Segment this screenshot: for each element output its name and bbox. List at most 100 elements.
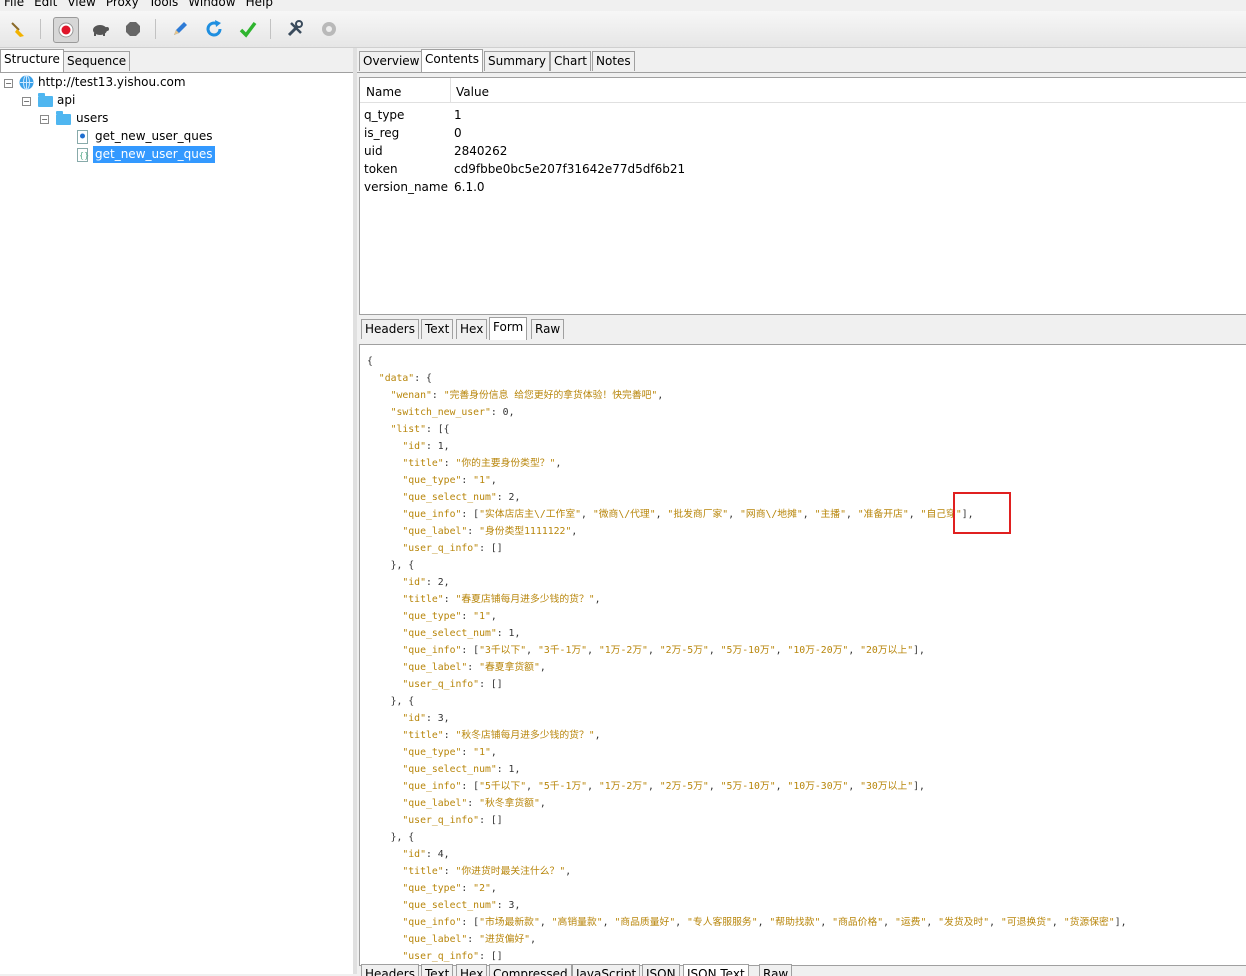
tab-hex[interactable]: Hex xyxy=(456,964,488,976)
tab-form[interactable]: Form xyxy=(489,317,528,340)
json-line: "id": 1, xyxy=(402,441,450,452)
tab-hex[interactable]: Hex xyxy=(456,319,488,339)
check-icon[interactable] xyxy=(236,17,260,41)
menu-tools[interactable]: Tools xyxy=(149,0,179,10)
tab-overview[interactable]: Overview xyxy=(359,51,424,71)
json-line: "id": 4, xyxy=(402,849,450,860)
row-name: version_name xyxy=(364,180,448,194)
stop-icon[interactable] xyxy=(121,17,145,41)
column-name[interactable]: Name xyxy=(366,83,401,101)
tab-raw[interactable]: Raw xyxy=(531,319,565,339)
broom-icon[interactable] xyxy=(6,17,30,41)
json-text-view[interactable]: { "data": { "wenan": "完善身份信息 给您更好的拿货体验！快… xyxy=(359,344,1246,966)
json-line: "que_select_num": 2, xyxy=(402,492,521,503)
tab-text[interactable]: Text xyxy=(421,964,454,976)
json-line: "que_select_num": 1, xyxy=(402,628,521,639)
tree-folder-users[interactable]: users xyxy=(76,110,108,127)
toolbar xyxy=(0,11,1246,48)
json-line: "que_select_num": 1, xyxy=(402,764,521,775)
json-line: "switch_new_user": 0, xyxy=(390,407,515,418)
tab-summary[interactable]: Summary xyxy=(484,51,550,71)
column-value[interactable]: Value xyxy=(456,83,489,101)
json-line: "que_label": "进货偏好", xyxy=(402,934,536,945)
tools-icon[interactable] xyxy=(283,17,307,41)
tree-host[interactable]: http://test13.yishou.com xyxy=(38,74,186,91)
json-line: "user_q_info": [] xyxy=(402,543,503,554)
tree-folder-api[interactable]: api xyxy=(57,92,75,109)
response-view-tabs: Headers Text Hex Compressed JavaScript J… xyxy=(357,964,1246,976)
row-name: q_type xyxy=(364,108,405,122)
json-line: "id": 2, xyxy=(402,577,450,588)
menu-bar: File Edit View Proxy Tools Window Help xyxy=(0,0,1246,10)
svg-text:{}: {} xyxy=(79,151,89,160)
json-line: "user_q_info": [] xyxy=(402,815,503,826)
tab-javascript[interactable]: JavaScript xyxy=(572,964,641,976)
tab-contents[interactable]: Contents xyxy=(421,49,483,72)
menu-view[interactable]: View xyxy=(67,0,95,10)
pen-icon[interactable] xyxy=(168,17,192,41)
json-line: "data": { xyxy=(378,373,432,384)
tab-chart[interactable]: Chart xyxy=(550,51,591,71)
row-name: token xyxy=(364,162,398,176)
row-value: cd9fbbe0bc5e207f31642e77d5df6b21 xyxy=(454,162,686,176)
json-line: "que_type": "1", xyxy=(402,611,497,622)
json-content: { "data": { "wenan": "完善身份信息 给您更好的拿货体验！快… xyxy=(360,345,1246,965)
row-name: uid xyxy=(364,144,383,158)
collapse-host-toggle[interactable]: − xyxy=(4,79,13,88)
tab-json[interactable]: JSON xyxy=(642,964,680,976)
structure-panel: Structure Sequence − http://test13.yisho… xyxy=(0,48,354,974)
row-value: 0 xyxy=(454,126,462,140)
tab-structure[interactable]: Structure xyxy=(0,49,64,72)
row-name: is_reg xyxy=(364,126,400,140)
row-value: 2840262 xyxy=(454,144,508,158)
json-line: "que_info": ["5千以下", "5千-1万", "1万-2万", "… xyxy=(402,781,925,792)
collapse-users-toggle[interactable]: − xyxy=(40,115,49,124)
menu-file[interactable]: File xyxy=(4,0,24,10)
menu-help[interactable]: Help xyxy=(246,0,273,10)
form-grid: Name Value q_type 1 is_reg 0 uid 2840262… xyxy=(359,77,1246,315)
menu-proxy[interactable]: Proxy xyxy=(106,0,139,10)
tree-item-request-1[interactable]: get_new_user_ques xyxy=(95,128,213,145)
json-line: "title": "你的主要身份类型？", xyxy=(402,458,562,469)
request-view-tabs: Headers Text Hex Form Raw xyxy=(357,316,1246,340)
json-line: "id": 3, xyxy=(402,713,450,724)
json-line: "que_info": ["3千以下", "3千-1万", "1万-2万", "… xyxy=(402,645,925,656)
json-line: "que_info": ["实体店店主\/工作室", "微商\/代理", "批发… xyxy=(402,509,974,520)
tab-headers[interactable]: Headers xyxy=(361,319,419,339)
tab-notes[interactable]: Notes xyxy=(592,51,635,71)
tab-compressed[interactable]: Compressed xyxy=(489,964,572,976)
json-line: "que_info": ["市场最新款", "高销量款", "商品质量好", "… xyxy=(402,917,1127,928)
json-line: }, { xyxy=(367,696,415,707)
globe-icon xyxy=(19,75,34,90)
json-line: }, { xyxy=(367,560,415,571)
detail-panel: Overview Contents Summary Chart Notes Na… xyxy=(357,48,1246,976)
json-line: "que_label": "春夏拿货额", xyxy=(402,662,546,673)
json-line: "que_label": "身份类型1111122", xyxy=(402,526,578,537)
tab-text[interactable]: Text xyxy=(421,319,454,339)
grid-header: Name Value xyxy=(360,78,1246,103)
record-icon[interactable] xyxy=(53,17,79,43)
json-line: "title": "春夏店铺每月进多少钱的货？", xyxy=(402,594,601,605)
json-line: "title": "你进货时最关注什么？", xyxy=(402,866,572,877)
tab-json-text[interactable]: JSON Text xyxy=(683,964,749,976)
turtle-icon[interactable] xyxy=(88,17,112,41)
tab-raw[interactable]: Raw xyxy=(759,964,793,976)
refresh-icon[interactable] xyxy=(202,17,226,41)
menu-edit[interactable]: Edit xyxy=(34,0,57,10)
json-file-icon: {} xyxy=(77,148,89,162)
tab-sequence[interactable]: Sequence xyxy=(63,51,131,71)
tab-headers[interactable]: Headers xyxy=(361,964,419,976)
row-value: 6.1.0 xyxy=(454,180,485,194)
row-value: 1 xyxy=(454,108,462,122)
json-line: "user_q_info": [] xyxy=(402,951,503,962)
folder-icon xyxy=(56,111,71,125)
json-line: }, { xyxy=(367,832,415,843)
tree-item-request-2[interactable]: get_new_user_ques xyxy=(93,146,215,163)
right-tab-bar: Overview Contents Summary Chart Notes xyxy=(357,48,1246,73)
folder-icon xyxy=(38,93,53,107)
menu-window[interactable]: Window xyxy=(188,0,235,10)
json-line: "user_q_info": [] xyxy=(402,679,503,690)
settings-icon[interactable] xyxy=(317,17,341,41)
collapse-api-toggle[interactable]: − xyxy=(22,97,31,106)
json-line: "que_type": "2", xyxy=(402,883,497,894)
